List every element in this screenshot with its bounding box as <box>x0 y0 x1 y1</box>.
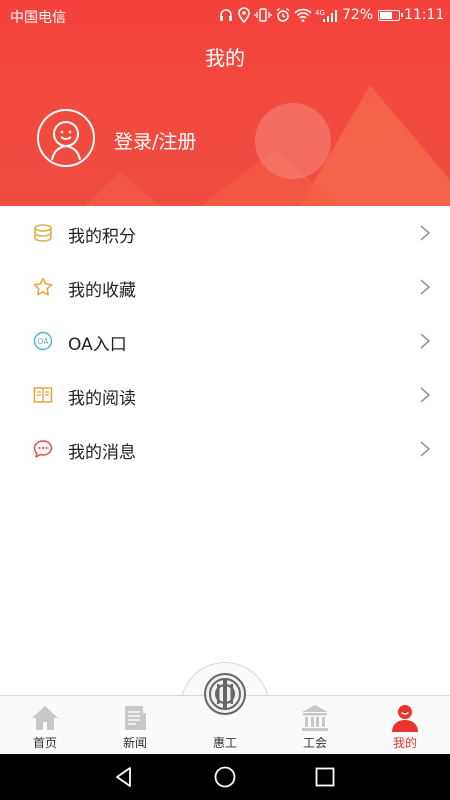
tab-label: 我的 <box>392 736 417 750</box>
battery-icon <box>378 10 403 21</box>
coins-icon <box>34 224 52 242</box>
menu-item-favorites[interactable]: 我的收藏 <box>0 260 450 314</box>
menu-item-label: 我的阅读 <box>68 389 136 409</box>
chevron-right-icon <box>420 279 431 295</box>
status-time: 11:11 <box>404 7 445 23</box>
news-icon <box>125 706 146 730</box>
tab-union[interactable]: 工会 <box>270 696 360 755</box>
chevron-right-icon <box>420 387 431 403</box>
location-icon <box>238 7 250 23</box>
svg-text:4G: 4G <box>315 9 325 17</box>
chevron-right-icon <box>420 441 431 457</box>
tab-label: 工会 <box>302 736 327 750</box>
status-bar: 中国电信 4G 72% 11:11 <box>0 0 450 30</box>
alarm-icon <box>276 7 290 22</box>
avatar-icon[interactable] <box>36 108 96 168</box>
chevron-right-icon <box>420 333 431 349</box>
home-icon <box>32 706 58 730</box>
menu-item-messages[interactable]: 我的消息 <box>0 422 450 476</box>
signal-4g-icon: 4G <box>315 9 337 22</box>
oa-icon: OA <box>33 331 53 351</box>
svg-text:OA: OA <box>38 337 50 346</box>
book-icon <box>33 387 53 403</box>
building-icon <box>302 705 328 731</box>
profile-header: 中国电信 4G 72% 11:11 我的 登录/注册 <box>0 0 450 206</box>
back-icon[interactable] <box>112 765 136 789</box>
battery-percent: 72% <box>342 7 374 23</box>
profile-menu: 我的积分 我的收藏 OA OA入口 我的阅读 我的消息 <box>0 206 450 476</box>
tab-home[interactable]: 首页 <box>0 696 90 755</box>
message-icon <box>33 440 53 458</box>
star-icon <box>33 277 53 296</box>
union-logo-icon[interactable] <box>203 672 247 716</box>
page-title: 我的 <box>205 46 245 70</box>
wifi-icon <box>294 8 312 22</box>
tab-news[interactable]: 新闻 <box>90 696 180 755</box>
menu-item-reading[interactable]: 我的阅读 <box>0 368 450 422</box>
carrier-name: 中国电信 <box>10 10 66 26</box>
login-register-link[interactable]: 登录/注册 <box>114 127 196 154</box>
menu-item-label: 我的消息 <box>68 443 136 463</box>
header-decoration <box>85 85 450 206</box>
app-screen: 中国电信 4G 72% 11:11 我的 登录/注册 我的积分 我的收藏 OA … <box>0 0 450 800</box>
status-icons: 4G <box>218 6 339 24</box>
chevron-right-icon <box>420 225 431 241</box>
tab-label: 新闻 <box>122 736 147 750</box>
tab-label: 惠工 <box>212 736 237 750</box>
vibrate-icon <box>254 8 272 22</box>
system-navigation-bar <box>0 754 450 800</box>
tab-mine[interactable]: 我的 <box>360 696 450 755</box>
headphones-icon <box>220 9 232 21</box>
menu-item-points[interactable]: 我的积分 <box>0 206 450 260</box>
menu-item-oa[interactable]: OA OA入口 <box>0 314 450 368</box>
menu-item-label: OA入口 <box>68 335 127 355</box>
menu-item-label: 我的收藏 <box>68 281 136 301</box>
home-circle-icon[interactable] <box>213 765 237 789</box>
menu-item-label: 我的积分 <box>68 227 136 247</box>
person-icon <box>392 705 418 732</box>
tab-label: 首页 <box>32 736 57 750</box>
recents-icon[interactable] <box>313 765 337 789</box>
